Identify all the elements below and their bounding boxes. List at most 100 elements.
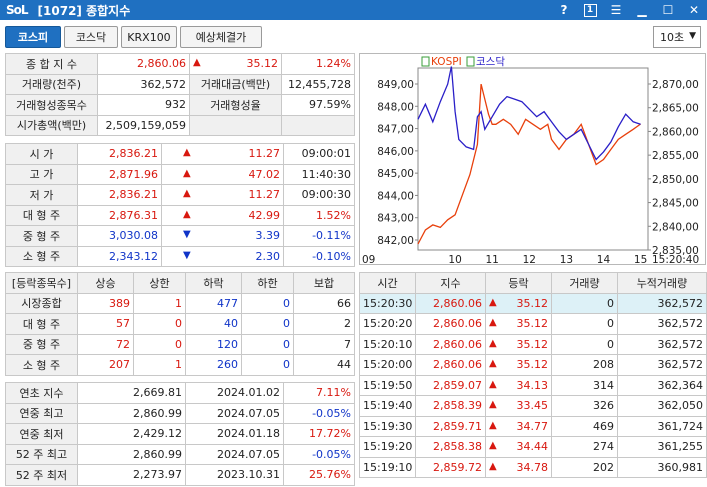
breadth-up: 72 — [77, 333, 134, 355]
summary-table: 종 합 지 수 2,860.06 ▲ 35.12 1.24% 거래량(천주) 36… — [5, 53, 355, 136]
tick-header-change: 등락 — [485, 272, 552, 294]
tick-cumulative: 360,981 — [617, 456, 707, 478]
series-line-1 — [417, 66, 641, 161]
tick-time: 15:19:40 — [359, 395, 416, 417]
tick-row[interactable]: 15:19:40 2,858.39 ▲ 33.45 326 362,050 — [359, 395, 707, 417]
tab-kosdaq[interactable]: 코스닥 — [64, 26, 118, 48]
price-extra: 09:00:01 — [283, 143, 355, 165]
breadth-flat: 2 — [293, 313, 355, 335]
extreme-value: 2,860.99 — [77, 402, 186, 424]
x-tick-label: 09 — [362, 254, 375, 266]
maximize-icon[interactable]: ☐ — [655, 0, 681, 20]
extreme-value: 2,669.81 — [77, 382, 186, 404]
tick-volume: 326 — [551, 395, 618, 417]
breadth-row: 대 형 주 57 0 40 0 2 — [5, 313, 355, 335]
formed-rate-value: 97.59% — [281, 94, 355, 116]
breadth-lower: 0 — [241, 292, 294, 314]
breadth-down: 40 — [185, 313, 242, 335]
tick-row[interactable]: 15:19:50 2,859.07 ▲ 34.13 314 362,364 — [359, 374, 707, 396]
tick-cumulative: 362,364 — [617, 374, 707, 396]
formed-rate-label: 거래형성율 — [189, 94, 282, 116]
minimize-icon[interactable]: ▁ — [629, 0, 655, 20]
down-arrow-icon: ▼ — [183, 229, 191, 241]
tick-row[interactable]: 15:19:30 2,859.71 ▲ 34.77 469 361,724 — [359, 415, 707, 437]
tick-volume: 314 — [551, 374, 618, 396]
y-right-tick-label: 2,860,00 — [652, 126, 699, 138]
extreme-label: 52 주 최저 — [5, 464, 78, 486]
y-left-tick-label: 848,00 — [377, 101, 414, 113]
price-row: 고 가 2,871.96 ▲ 47.02 11:40:30 — [5, 163, 355, 185]
extremes-table: 연초 지수 2,669.81 2024.01.02 7.11% 연중 최고 2,860.9… — [5, 382, 355, 486]
price-extra: 1.52% — [283, 204, 355, 226]
tick-row[interactable]: 15:19:10 2,859.72 ▲ 34.78 202 360,981 — [359, 456, 707, 478]
tick-row[interactable]: 15:19:20 2,858.38 ▲ 34.44 274 361,255 — [359, 436, 707, 458]
market-cap-value: 2,509,159,059 — [97, 114, 190, 136]
tick-row[interactable]: 15:20:20 2,860.06 ▲ 35.12 0 362,572 — [359, 313, 707, 335]
breadth-down: 260 — [185, 354, 242, 376]
breadth-flat: 7 — [293, 333, 355, 355]
extreme-row: 연중 최저 2,429.12 2024.01.18 17.72% — [5, 423, 355, 445]
close-icon[interactable]: ✕ — [681, 0, 707, 20]
composite-value: 2,860.06 — [97, 53, 190, 75]
extreme-row: 52 주 최저 2,273.97 2023.10.31 25.76% — [5, 464, 355, 486]
tick-index: 2,859.71 — [415, 415, 486, 437]
breadth-header-lower: 하한 — [241, 272, 294, 294]
price-label: 고 가 — [5, 163, 78, 185]
up-arrow-icon: ▲ — [183, 167, 191, 179]
extreme-date: 2024.01.18 — [185, 423, 284, 445]
price-label: 소 형 주 — [5, 245, 78, 267]
tick-cumulative: 362,572 — [617, 313, 707, 335]
extreme-label: 52 주 최고 — [5, 443, 78, 465]
tick-time: 15:19:30 — [359, 415, 416, 437]
up-arrow-icon: ▲ — [489, 460, 497, 472]
price-value: 2,876.31 — [77, 204, 162, 226]
price-row: 소 형 주 2,343.12 ▼ 2.30 -0.10% — [5, 245, 355, 267]
x-tick-label: 15:20:40 — [652, 254, 699, 266]
tick-cumulative: 362,572 — [617, 354, 707, 376]
down-arrow-icon: ▼ — [183, 249, 191, 261]
tick-row[interactable]: 15:20:30 2,860.06 ▲ 35.12 0 362,572 — [359, 292, 707, 314]
price-row: 중 형 주 3,030.08 ▼ 3.39 -0.11% — [5, 225, 355, 247]
extreme-rate: 17.72% — [283, 423, 355, 445]
tab-expected-price[interactable]: 예상체결가 — [180, 26, 262, 48]
composite-rate: 1.24% — [281, 53, 355, 75]
price-row: 저 가 2,836.21 ▲ 11.27 09:00:30 — [5, 184, 355, 206]
tick-volume: 202 — [551, 456, 618, 478]
interval-select[interactable]: 10초 ▼ — [653, 26, 701, 48]
intraday-chart[interactable]: 849,00 848,00 847,00 846,00 845,00 844,00 843,… — [359, 53, 706, 266]
y-left-tick-label: 849,00 — [377, 79, 414, 91]
up-arrow-icon: ▲ — [489, 358, 497, 370]
interval-value: 10초 — [660, 31, 685, 44]
extreme-rate: 25.76% — [283, 464, 355, 486]
menu-icon[interactable]: ☰ — [603, 0, 629, 20]
y-right-tick-label: 2,850,00 — [652, 174, 699, 186]
window-titlebar: SoL [1072] 종합지수 ? 1 ☰ ▁ ☐ ✕ — [0, 0, 707, 20]
price-value: 2,871.96 — [77, 163, 162, 185]
tick-table[interactable]: 시간 지수 등락 거래량 누적거래량 15:20:30 2,860.06 ▲ 35.1… — [359, 272, 707, 478]
tick-row[interactable]: 15:20:00 2,860.06 ▲ 35.12 208 362,572 — [359, 354, 707, 376]
y-right-tick-label: 2,840,00 — [652, 221, 699, 233]
legend-swatch-kospi — [421, 56, 430, 67]
tab-krx100[interactable]: KRX100 — [121, 26, 177, 48]
price-row: 시 가 2,836.21 ▲ 11.27 09:00:01 — [5, 143, 355, 165]
breadth-label: 중 형 주 — [5, 333, 78, 355]
composite-label: 종 합 지 수 — [5, 53, 98, 75]
extreme-rate: 7.11% — [283, 382, 355, 404]
breadth-row: 시장종합 389 1 477 0 66 — [5, 292, 355, 314]
price-change: ▲ 11.27 — [161, 143, 284, 165]
y-left-tick-label: 842,00 — [377, 235, 414, 247]
legend-kosdaq: 코스닥 — [476, 56, 505, 68]
page-button[interactable]: 1 — [577, 0, 603, 20]
tick-time: 15:20:20 — [359, 313, 416, 335]
tick-change: ▲ 35.12 — [485, 313, 552, 335]
tab-kospi[interactable]: 코스피 — [5, 26, 61, 48]
extreme-row: 52 주 최고 2,860.99 2024.07.05 -0.05% — [5, 443, 355, 465]
extreme-value: 2,429.12 — [77, 423, 186, 445]
tick-index: 2,858.38 — [415, 436, 486, 458]
series-line-0 — [417, 83, 641, 245]
tick-change-value: 34.44 — [516, 440, 549, 454]
tick-index: 2,860.06 — [415, 354, 486, 376]
help-button[interactable]: ? — [551, 0, 577, 20]
tick-change: ▲ 34.77 — [485, 415, 552, 437]
tick-row[interactable]: 15:20:10 2,860.06 ▲ 35.12 0 362,572 — [359, 333, 707, 355]
